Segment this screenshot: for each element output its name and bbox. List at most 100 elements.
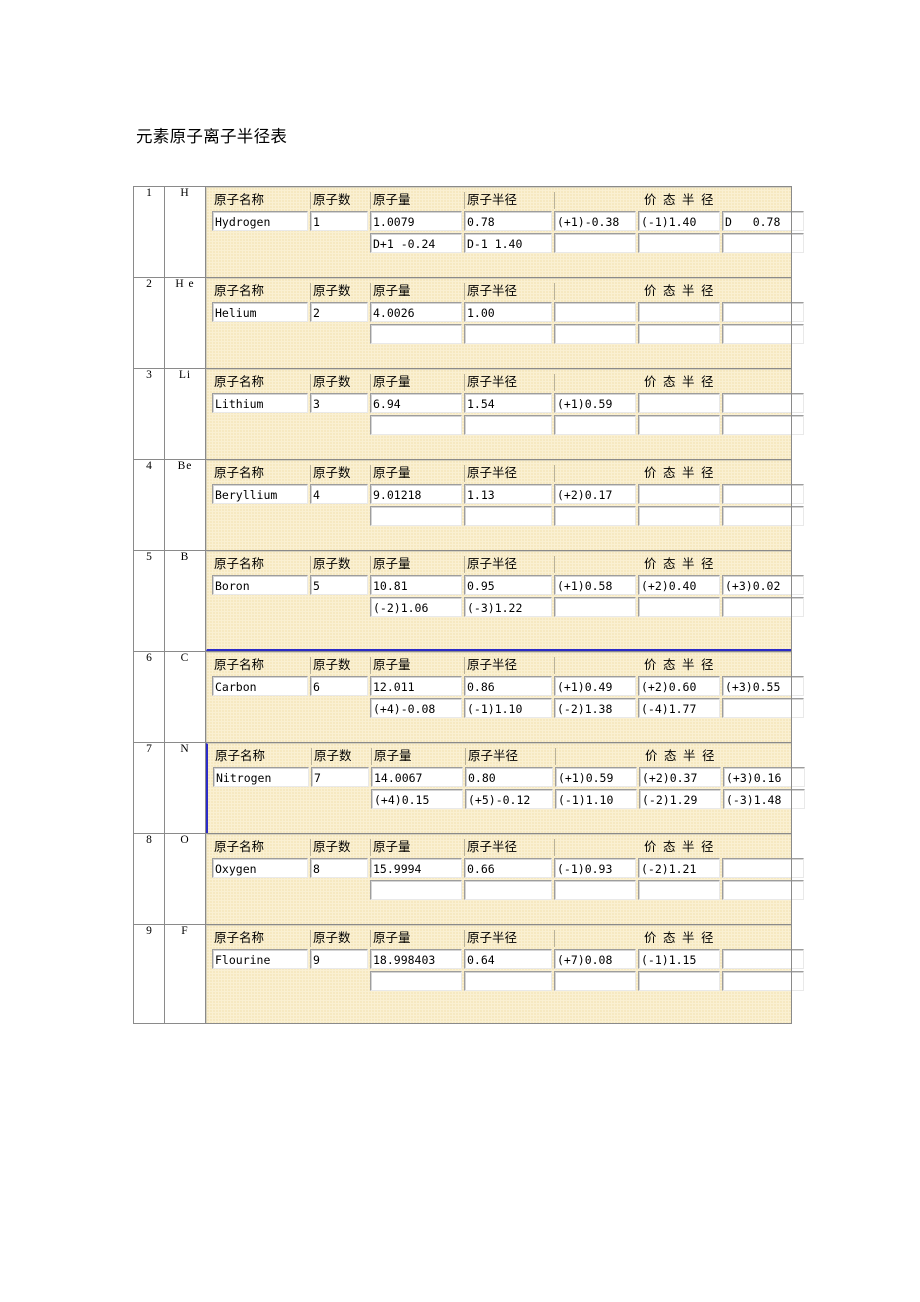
atom-mass-field[interactable]: 1.0079 xyxy=(370,211,462,231)
atom-count-field[interactable]: 3 xyxy=(310,393,368,413)
valence-radius-field-2[interactable]: (+2)0.40 xyxy=(638,575,720,595)
valence-radius-field-1[interactable]: (+2)0.17 xyxy=(554,484,636,504)
valence-radius-field-4[interactable] xyxy=(554,324,636,344)
valence-radius-field-4[interactable] xyxy=(554,415,636,435)
atom-name-field[interactable]: Beryllium xyxy=(212,484,308,504)
atom-radius-field-2[interactable] xyxy=(464,324,552,344)
valence-radius-field-2[interactable]: (-2)1.21 xyxy=(638,858,720,878)
atom-radius-field[interactable]: 0.66 xyxy=(464,858,552,878)
valence-radius-field-3[interactable] xyxy=(722,484,804,504)
atom-mass-field[interactable]: 14.0067 xyxy=(371,767,463,787)
valence-radius-field-3[interactable]: (+3)0.02 xyxy=(722,575,804,595)
valence-radius-field-4[interactable]: (-1)1.10 xyxy=(555,789,637,809)
valence-radius-field-5[interactable] xyxy=(638,415,720,435)
atom-radius-field-2[interactable]: D-1 1.40 xyxy=(464,233,552,253)
valence-radius-field-1[interactable]: (+1)0.59 xyxy=(555,767,637,787)
valence-radius-field-4[interactable] xyxy=(554,233,636,253)
atom-radius-field[interactable]: 0.86 xyxy=(464,676,552,696)
atom-mass-field-2[interactable]: D+1 -0.24 xyxy=(370,233,462,253)
valence-radius-field-2[interactable]: (-1)1.40 xyxy=(638,211,720,231)
atom-count-field[interactable]: 4 xyxy=(310,484,368,504)
atom-radius-field[interactable]: 1.13 xyxy=(464,484,552,504)
valence-radius-field-6[interactable] xyxy=(722,971,804,991)
atom-radius-field[interactable]: 1.00 xyxy=(464,302,552,322)
atom-radius-field[interactable]: 0.95 xyxy=(464,575,552,595)
atom-name-field[interactable]: Helium xyxy=(212,302,308,322)
atom-mass-field-2[interactable] xyxy=(370,324,462,344)
valence-radius-field-4[interactable]: (-2)1.38 xyxy=(554,698,636,718)
valence-radius-field-6[interactable] xyxy=(722,415,804,435)
atom-mass-field[interactable]: 6.94 xyxy=(370,393,462,413)
valence-radius-field-2[interactable] xyxy=(638,393,720,413)
atom-mass-field[interactable]: 12.011 xyxy=(370,676,462,696)
atom-radius-field-2[interactable]: (-1)1.10 xyxy=(464,698,552,718)
valence-radius-field-5[interactable]: (-4)1.77 xyxy=(638,698,720,718)
atom-mass-field[interactable]: 10.81 xyxy=(370,575,462,595)
valence-radius-field-1[interactable]: (+1)0.58 xyxy=(554,575,636,595)
valence-radius-field-3[interactable] xyxy=(722,393,804,413)
atom-name-field[interactable]: Carbon xyxy=(212,676,308,696)
valence-radius-field-1[interactable] xyxy=(554,302,636,322)
valence-radius-field-5[interactable] xyxy=(638,324,720,344)
valence-radius-field-3[interactable]: (+3)0.55 xyxy=(722,676,804,696)
valence-radius-field-6[interactable] xyxy=(722,880,804,900)
atom-mass-field-2[interactable]: (+4)0.15 xyxy=(371,789,463,809)
valence-radius-field-1[interactable]: (+1)0.49 xyxy=(554,676,636,696)
valence-radius-field-2[interactable]: (+2)0.37 xyxy=(639,767,721,787)
atom-count-field[interactable]: 9 xyxy=(310,949,368,969)
atom-radius-field-2[interactable]: (+5)-0.12 xyxy=(465,789,553,809)
atom-count-field[interactable]: 7 xyxy=(311,767,369,787)
valence-radius-field-2[interactable] xyxy=(638,484,720,504)
atom-name-field[interactable]: Nitrogen xyxy=(213,767,309,787)
atom-mass-field-2[interactable]: (+4)-0.08 xyxy=(370,698,462,718)
valence-radius-field-5[interactable] xyxy=(638,597,720,617)
atom-radius-field[interactable]: 0.78 xyxy=(464,211,552,231)
valence-radius-field-4[interactable] xyxy=(554,597,636,617)
valence-radius-field-3[interactable]: (+3)0.16 xyxy=(723,767,805,787)
atom-name-field[interactable]: Lithium xyxy=(212,393,308,413)
valence-radius-field-5[interactable] xyxy=(638,233,720,253)
atom-name-field[interactable]: Boron xyxy=(212,575,308,595)
atom-radius-field[interactable]: 1.54 xyxy=(464,393,552,413)
valence-radius-field-2[interactable]: (-1)1.15 xyxy=(638,949,720,969)
atom-radius-field-2[interactable] xyxy=(464,415,552,435)
valence-radius-field-3[interactable]: D 0.78 xyxy=(722,211,804,231)
valence-radius-field-6[interactable] xyxy=(722,597,804,617)
atom-name-field[interactable]: Hydrogen xyxy=(212,211,308,231)
valence-radius-field-6[interactable] xyxy=(722,324,804,344)
atom-name-field[interactable]: Flourine xyxy=(212,949,308,969)
valence-radius-field-5[interactable] xyxy=(638,880,720,900)
atom-radius-field-2[interactable] xyxy=(464,506,552,526)
atom-mass-field-2[interactable]: (-2)1.06 xyxy=(370,597,462,617)
valence-radius-field-4[interactable] xyxy=(554,971,636,991)
atom-mass-field-2[interactable] xyxy=(370,971,462,991)
valence-radius-field-1[interactable]: (+1)0.59 xyxy=(554,393,636,413)
atom-mass-field[interactable]: 18.998403 xyxy=(370,949,462,969)
atom-mass-field[interactable]: 4.0026 xyxy=(370,302,462,322)
atom-mass-field-2[interactable] xyxy=(370,506,462,526)
valence-radius-field-2[interactable]: (+2)0.60 xyxy=(638,676,720,696)
valence-radius-field-5[interactable] xyxy=(638,971,720,991)
valence-radius-field-3[interactable] xyxy=(722,949,804,969)
atom-mass-field-2[interactable] xyxy=(370,880,462,900)
valence-radius-field-6[interactable] xyxy=(722,233,804,253)
valence-radius-field-5[interactable]: (-2)1.29 xyxy=(639,789,721,809)
atom-count-field[interactable]: 5 xyxy=(310,575,368,595)
valence-radius-field-1[interactable]: (+7)0.08 xyxy=(554,949,636,969)
valence-radius-field-6[interactable] xyxy=(722,698,804,718)
atom-radius-field[interactable]: 0.64 xyxy=(464,949,552,969)
valence-radius-field-4[interactable] xyxy=(554,880,636,900)
atom-count-field[interactable]: 2 xyxy=(310,302,368,322)
atom-name-field[interactable]: Oxygen xyxy=(212,858,308,878)
atom-radius-field[interactable]: 0.80 xyxy=(465,767,553,787)
atom-mass-field[interactable]: 15.9994 xyxy=(370,858,462,878)
atom-radius-field-2[interactable] xyxy=(464,880,552,900)
atom-mass-field[interactable]: 9.01218 xyxy=(370,484,462,504)
atom-radius-field-2[interactable] xyxy=(464,971,552,991)
valence-radius-field-6[interactable] xyxy=(722,506,804,526)
atom-radius-field-2[interactable]: (-3)1.22 xyxy=(464,597,552,617)
atom-mass-field-2[interactable] xyxy=(370,415,462,435)
atom-count-field[interactable]: 8 xyxy=(310,858,368,878)
valence-radius-field-6[interactable]: (-3)1.48 xyxy=(723,789,805,809)
atom-count-field[interactable]: 1 xyxy=(310,211,368,231)
